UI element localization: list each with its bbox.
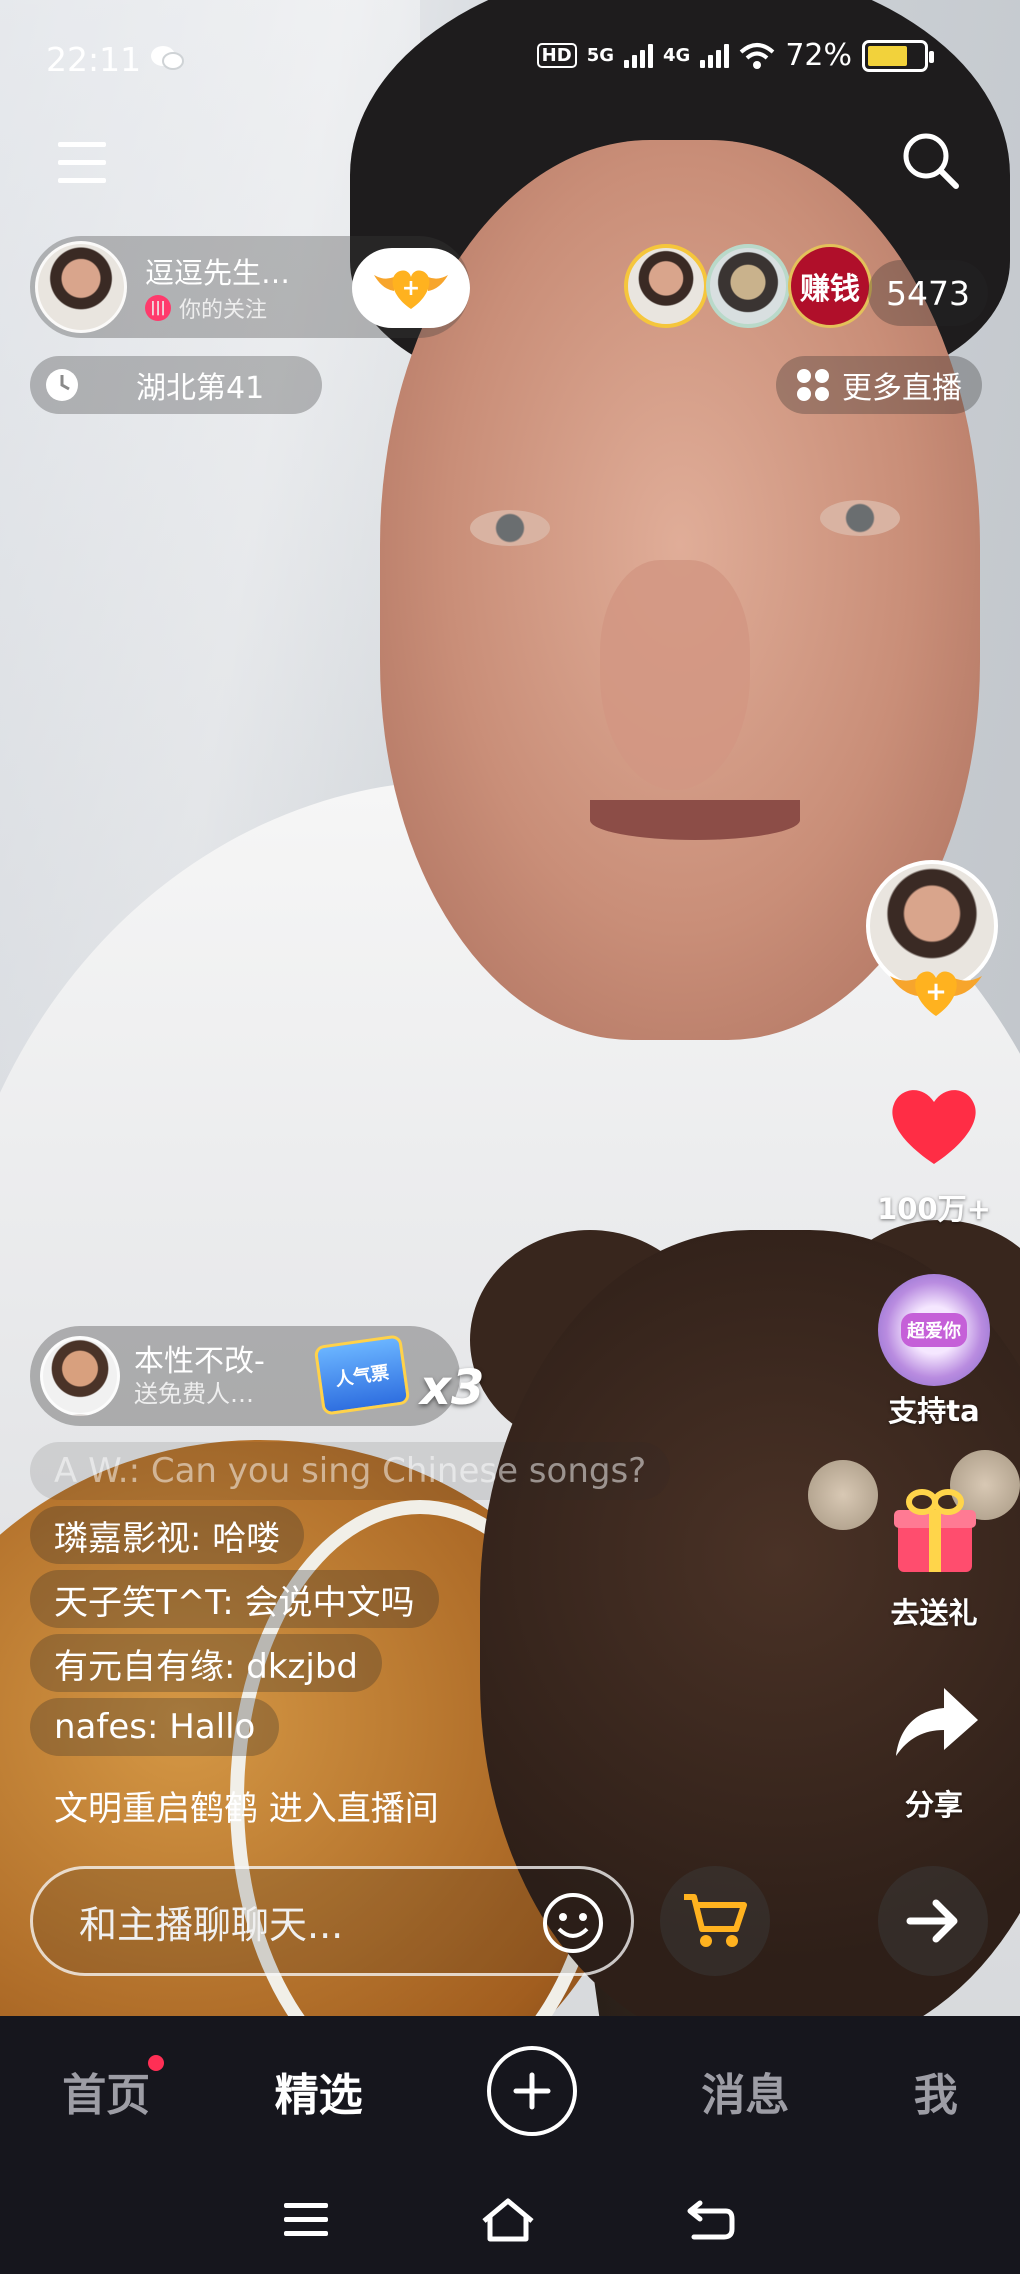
nav-messages[interactable]: 消息 [701, 2059, 789, 2123]
anchor-subtitle: ||| 你的关注 [145, 292, 290, 324]
arrow-right-icon [906, 1899, 958, 1943]
nav-featured[interactable]: 精选 [275, 2059, 363, 2123]
menu-icon[interactable] [58, 140, 108, 186]
rank-pill[interactable]: 湖北第41 [30, 356, 322, 414]
system-back-icon[interactable] [686, 2199, 736, 2241]
share-arrow-icon[interactable] [892, 1684, 980, 1760]
follow-heart-icon: + [374, 270, 448, 309]
chat-message: A W.: Can you sing Chinese songs? [30, 1442, 671, 1500]
gift-sender-avatar[interactable] [40, 1336, 120, 1416]
gift-icon[interactable] [892, 1484, 978, 1574]
chat-message-text: 璘嘉影视: 哈喽 [54, 1518, 281, 1559]
wechat-icon [150, 44, 184, 72]
plus-icon [513, 2072, 551, 2110]
nav-me-label: 我 [913, 2070, 958, 2121]
status-time: 22:11 [46, 40, 142, 79]
signal-icon-1 [624, 43, 653, 68]
svg-text:+: + [925, 977, 947, 1007]
chat-message: 有元自有缘: dkzjbd [30, 1634, 382, 1692]
hd-icon: HD [536, 43, 577, 68]
system-menu-icon[interactable] [284, 2201, 330, 2239]
chat-message-text: nafes: Hallo [54, 1707, 256, 1747]
chat-message-text: 天子笑T^T: 会说中文吗 [54, 1582, 415, 1623]
popularity-ticket-icon: 人气票 [313, 1334, 411, 1416]
nav-messages-label: 消息 [701, 2070, 790, 2121]
anchor-subtitle-text: 你的关注 [179, 298, 268, 323]
chat-input[interactable]: 和主播聊聊天... [30, 1866, 634, 1976]
battery-icon [862, 39, 934, 72]
support-badge-icon[interactable]: 超爱你 [878, 1274, 990, 1386]
support-badge-text: 超爱你 [901, 1313, 967, 1347]
chat-message: nafes: Hallo [30, 1698, 280, 1756]
status-icons: HD 5G 4G 72% [536, 38, 934, 73]
nav-me[interactable]: 我 [914, 2059, 958, 2123]
like-heart-icon[interactable] [888, 1084, 980, 1168]
nav-home[interactable]: 首页 [62, 2055, 165, 2123]
viewer-count[interactable]: 5473 [868, 260, 988, 326]
gift-notification-text: 本性不改- 送免费人… [134, 1344, 265, 1409]
svg-text:+: + [402, 276, 420, 301]
nav-home-label: 首页 [62, 2070, 151, 2121]
system-nav-bar [0, 2166, 1020, 2274]
network-5g-label: 5G [586, 45, 614, 66]
nav-featured-label: 精选 [274, 2070, 363, 2121]
support-label[interactable]: 支持ta [854, 1388, 1014, 1430]
more-live-label: 更多直播 [842, 371, 962, 406]
top-viewer-avatar-1[interactable] [624, 244, 708, 328]
chat-message-text: 有元自有缘: dkzjbd [54, 1646, 358, 1687]
chat-message: 天子笑T^T: 会说中文吗 [30, 1570, 439, 1628]
clock-icon [44, 367, 80, 403]
streamer-mouth [590, 800, 800, 840]
next-live-button[interactable] [878, 1866, 988, 1976]
emoji-icon[interactable] [541, 1891, 605, 1955]
network-4g-label: 4G [663, 45, 691, 66]
gift-label[interactable]: 去送礼 [854, 1590, 1014, 1632]
create-button[interactable] [486, 2046, 577, 2136]
battery-percent: 72% [785, 38, 852, 73]
shopping-cart-button[interactable] [660, 1866, 770, 1976]
anchor-avatar[interactable] [35, 241, 127, 333]
earn-money-badge[interactable]: 赚钱 [788, 244, 872, 328]
wifi-icon [739, 42, 775, 70]
anchor-info: 逗逗先生… ||| 你的关注 [145, 250, 290, 324]
grid-icon [796, 368, 830, 402]
notification-dot [148, 2055, 165, 2071]
share-label[interactable]: 分享 [854, 1782, 1014, 1824]
gift-multiplier: x3 [420, 1360, 485, 1416]
shopping-cart-icon [684, 1894, 747, 1947]
like-count: 100万+ [877, 1192, 991, 1226]
chat-message-text: 文明重启鹤鹤 进入直播间 [54, 1788, 439, 1829]
system-home-icon[interactable] [480, 2197, 536, 2243]
top-viewer-avatar-2[interactable] [706, 244, 790, 328]
live-wave-icon: ||| [145, 295, 171, 321]
chat-message: 璘嘉影视: 哈喽 [30, 1506, 305, 1564]
more-live-button[interactable]: 更多直播 [776, 356, 982, 414]
anchor-name: 逗逗先生… [145, 256, 291, 290]
gift-badge-text: 人气票 [334, 1362, 391, 1391]
bottom-nav: 首页 精选 消息 我 [0, 2016, 1020, 2166]
search-icon[interactable] [900, 130, 962, 192]
chat-input-placeholder: 和主播聊聊天... [79, 1902, 344, 1947]
gift-action-text: 送免费人… [134, 1379, 254, 1408]
gift-sender-name: 本性不改- [134, 1343, 265, 1379]
follow-button[interactable]: + [352, 248, 470, 328]
rank-label: 湖北第41 [136, 371, 265, 406]
earn-money-label: 赚钱 [800, 272, 860, 307]
streamer-nose [600, 560, 750, 790]
chat-message-text: A W.: Can you sing Chinese songs? [54, 1451, 647, 1491]
right-follow-icon[interactable]: + [888, 962, 984, 1018]
chat-message: 文明重启鹤鹤 进入直播间 [30, 1776, 463, 1834]
teddy-button-eye-left [808, 1460, 878, 1530]
signal-icon-2 [700, 43, 730, 68]
streamer-eye-left [470, 510, 550, 546]
streamer-eye-right [820, 500, 900, 536]
